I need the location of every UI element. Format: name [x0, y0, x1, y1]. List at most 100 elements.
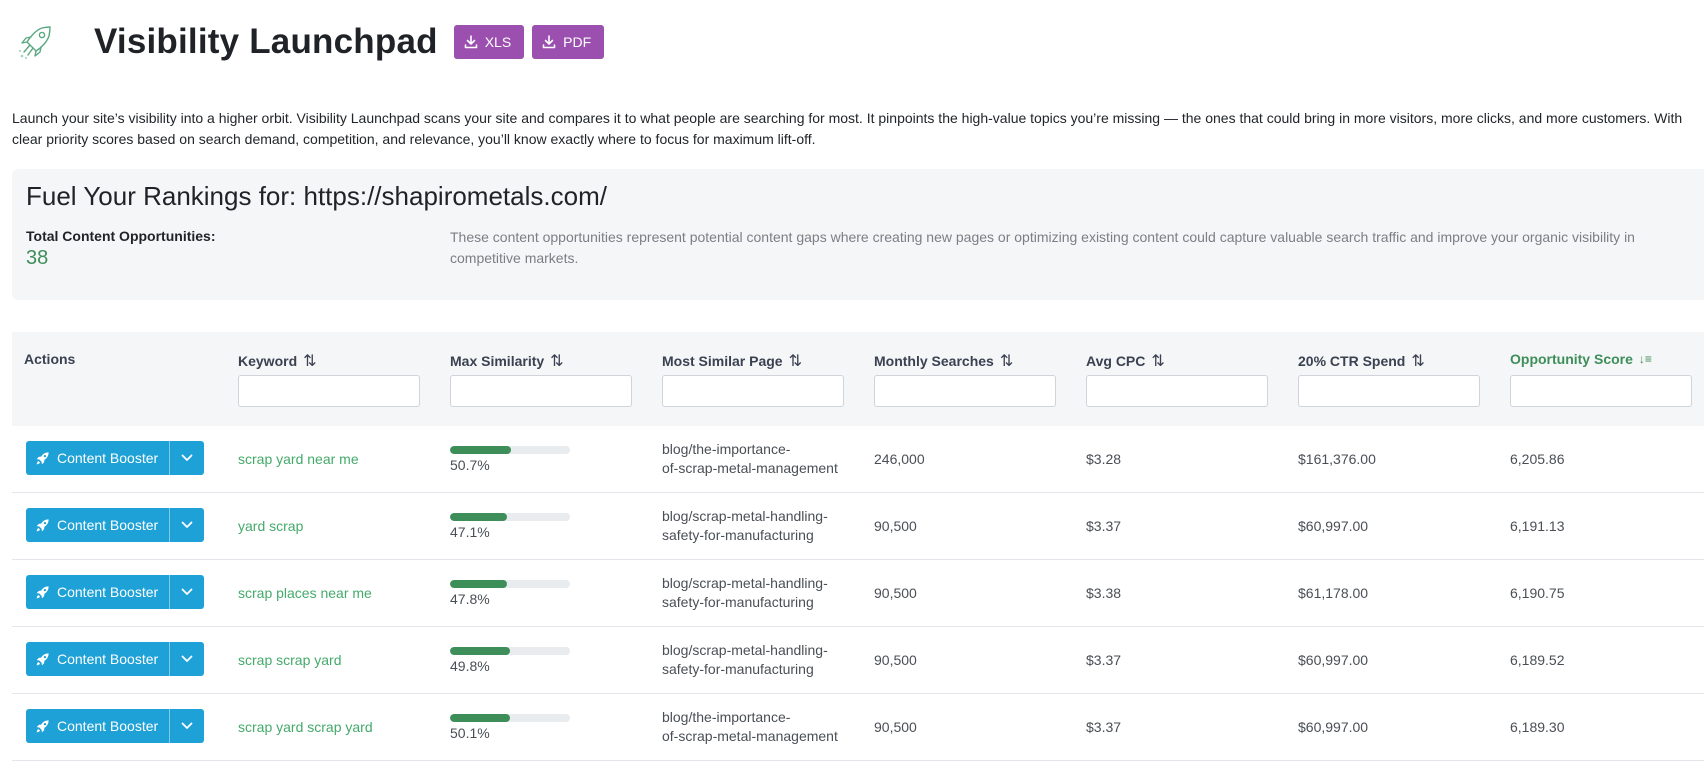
column-label-most-similar-page: Most Similar Page ⇅ — [662, 351, 802, 371]
filter-input-max-similarity[interactable] — [450, 375, 632, 407]
sort-icon[interactable]: ⇅ — [550, 351, 563, 371]
summary-panel: Fuel Your Rankings for: https://shapirom… — [12, 169, 1704, 300]
ctr-spend: $61,178.00 — [1298, 585, 1369, 601]
filter-input-most-similar-page[interactable] — [662, 375, 844, 407]
column-label-text: Max Similarity — [450, 353, 545, 369]
column-label-text: Actions — [24, 351, 76, 367]
total-opportunities-label: Total Content Opportunities: — [26, 228, 216, 244]
keyword-text[interactable]: scrap places near me — [238, 585, 372, 601]
content-booster-main[interactable]: Content Booster — [26, 441, 170, 475]
content-booster-dropdown[interactable] — [170, 441, 204, 475]
filter-input-avg-cpc[interactable] — [1086, 375, 1268, 407]
similarity-bar — [450, 713, 570, 722]
download-xls-button[interactable]: XLS — [453, 25, 525, 59]
keyword-link[interactable]: scrap yard near me — [238, 426, 359, 492]
chevron-down-icon — [181, 722, 193, 729]
ctr-spend: $60,997.00 — [1298, 652, 1369, 668]
sort-desc-icon[interactable]: ↓≡ — [1639, 352, 1652, 366]
sort-icon[interactable]: ⇅ — [789, 351, 802, 371]
table-row: Content Booster scrap scrap yard 49.8% blog… — [12, 627, 1704, 694]
page-header: Visibility Launchpad XLS PDF — [16, 20, 612, 64]
filter-input-ctr-spend[interactable] — [1298, 375, 1480, 407]
content-booster-dropdown[interactable] — [170, 575, 204, 609]
similarity-bar — [450, 512, 570, 521]
table-row: Content Booster yard scrap 47.1% blog/scrap… — [12, 493, 1704, 560]
content-booster-button[interactable]: Content Booster — [26, 575, 204, 609]
keyword-link[interactable]: scrap yard scrap yard — [238, 694, 373, 760]
keyword-link[interactable]: scrap scrap yard — [238, 627, 341, 693]
sort-icon[interactable]: ⇅ — [303, 351, 316, 371]
similarity-value: 47.1% — [450, 523, 490, 540]
opportunity-score: 6,189.30 — [1510, 719, 1565, 735]
column-label-avg-cpc: Avg CPC ⇅ — [1086, 351, 1165, 371]
content-booster-button[interactable]: Content Booster — [26, 441, 204, 475]
table-row: Content Booster scrap yard near me 50.7% bl… — [12, 426, 1704, 493]
avg-cpc: $3.37 — [1086, 518, 1122, 534]
similarity-cell: 50.7% — [450, 426, 570, 492]
keyword-link[interactable]: scrap places near me — [238, 560, 372, 626]
column-label-monthly-searches: Monthly Searches ⇅ — [874, 351, 1013, 371]
content-booster-button[interactable]: Content Booster — [26, 709, 204, 743]
table-row: Content Booster scrap places near me 47.8%… — [12, 560, 1704, 627]
sort-icon[interactable]: ⇅ — [1411, 351, 1424, 371]
content-booster-label: Content Booster — [57, 584, 159, 600]
chevron-down-icon — [181, 655, 193, 662]
column-label-keyword: Keyword ⇅ — [238, 351, 317, 371]
similarity-bar-fill — [450, 713, 511, 722]
similarity-cell: 50.1% — [450, 694, 570, 760]
filter-input-monthly-searches[interactable] — [874, 375, 1056, 407]
download-pdf-label: PDF — [563, 34, 592, 50]
summary-description: These content opportunities represent po… — [450, 229, 1635, 266]
most-similar-page-cell: blog/the-importance-of-scrap-metal-manag… — [662, 426, 842, 492]
filter-input-keyword[interactable] — [238, 375, 420, 407]
content-booster-dropdown[interactable] — [170, 508, 204, 542]
most-similar-page-cell: blog/scrap-metal-handling-safety-for-man… — [662, 627, 842, 693]
keyword-text[interactable]: scrap yard near me — [238, 451, 359, 467]
sort-icon[interactable]: ⇅ — [1151, 351, 1164, 371]
opportunity-score: 6,190.75 — [1510, 585, 1565, 601]
opportunity-score: 6,189.52 — [1510, 652, 1565, 668]
table-body: Content Booster scrap yard near me 50.7% bl… — [12, 426, 1704, 761]
avg-cpc: $3.37 — [1086, 719, 1122, 735]
download-pdf-button[interactable]: PDF — [532, 25, 605, 59]
content-booster-dropdown[interactable] — [170, 709, 204, 743]
download-icon — [542, 35, 556, 49]
summary-title: Fuel Your Rankings for: https://shapirom… — [26, 181, 607, 211]
column-label-text: Most Similar Page — [662, 353, 783, 369]
filter-input-opportunity-score[interactable] — [1510, 375, 1692, 407]
sort-icon[interactable]: ⇅ — [1000, 351, 1013, 371]
column-label-text: Avg CPC — [1086, 353, 1146, 369]
column-label-opportunity-score: Opportunity Score ↓≡ — [1510, 351, 1652, 367]
similarity-value: 50.7% — [450, 456, 490, 473]
content-booster-button[interactable]: Content Booster — [26, 642, 204, 676]
rocket-icon — [36, 652, 49, 665]
column-label-text: Opportunity Score — [1510, 351, 1633, 367]
monthly-searches: 90,500 — [874, 719, 917, 735]
content-booster-button[interactable]: Content Booster — [26, 508, 204, 542]
content-booster-main[interactable]: Content Booster — [26, 709, 170, 743]
keyword-text[interactable]: scrap scrap yard — [238, 652, 341, 668]
page-title: Visibility Launchpad — [94, 22, 438, 61]
similarity-cell: 49.8% — [450, 627, 570, 693]
most-similar-page-cell: blog/scrap-metal-handling-safety-for-man… — [662, 493, 842, 559]
content-booster-dropdown[interactable] — [170, 642, 204, 676]
avg-cpc: $3.28 — [1086, 451, 1122, 467]
content-booster-main[interactable]: Content Booster — [26, 642, 170, 676]
monthly-searches: 90,500 — [874, 518, 917, 534]
similarity-value: 50.1% — [450, 724, 490, 741]
ctr-spend: $60,997.00 — [1298, 719, 1369, 735]
keyword-text[interactable]: scrap yard scrap yard — [238, 719, 373, 735]
opportunity-score: 6,191.13 — [1510, 518, 1565, 534]
avg-cpc: $3.38 — [1086, 585, 1122, 601]
table-header: Actions Keyword ⇅ Max Similarity ⇅ Most Simil… — [12, 332, 1704, 426]
similarity-bar-fill — [450, 646, 510, 655]
keyword-text[interactable]: yard scrap — [238, 518, 303, 534]
similarity-bar — [450, 445, 570, 454]
similarity-cell: 47.1% — [450, 493, 570, 559]
keyword-link[interactable]: yard scrap — [238, 493, 303, 559]
ctr-spend: $161,376.00 — [1298, 451, 1376, 467]
download-icon — [464, 35, 478, 49]
similarity-bar — [450, 579, 570, 588]
content-booster-main[interactable]: Content Booster — [26, 575, 170, 609]
content-booster-main[interactable]: Content Booster — [26, 508, 170, 542]
